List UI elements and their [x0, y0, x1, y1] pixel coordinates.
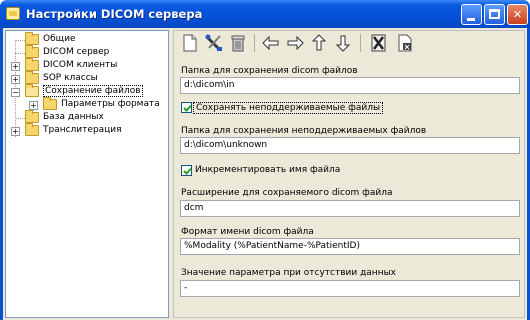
tree-connector [15, 118, 25, 119]
move-down-button[interactable] [332, 32, 354, 54]
name-format-label: Формат имени dicom файла [181, 227, 314, 237]
maximize-button[interactable] [484, 4, 505, 25]
cancel-icon [371, 34, 386, 52]
tree-connector [15, 40, 25, 41]
tree-item-label: DICOM сервер [43, 47, 110, 57]
delete-icon [231, 35, 245, 52]
cancel-button[interactable] [368, 32, 390, 54]
tools-button[interactable] [203, 32, 225, 54]
close-button[interactable]: ✕ [507, 4, 528, 25]
tree-item-file-saving[interactable]: − Сохранение файлов [6, 84, 166, 99]
folder-icon [25, 110, 39, 123]
increment-name-checkbox[interactable] [181, 165, 192, 176]
extension-input[interactable]: dcm [180, 200, 520, 217]
tree-item-label: База данных [43, 112, 104, 122]
settings-tree[interactable]: Общие DICOM сервер + DICOM клиенты + SOP… [5, 30, 169, 318]
toolbar-separator [254, 34, 255, 52]
new-document-button[interactable] [179, 32, 201, 54]
increment-name-label[interactable]: Инкрементировать имя файла [195, 165, 340, 175]
extension-label: Расширение для сохраняемого dicom файла [181, 188, 393, 198]
expand-plus-icon[interactable]: + [29, 101, 38, 110]
export-icon [398, 34, 412, 52]
missing-value-label: Значение параметра при отсутствии данных [181, 268, 397, 278]
folder-icon [43, 97, 57, 110]
title-bar[interactable]: Настройки DICOM сервера ✕ [0, 0, 530, 28]
tree-item-label: DICOM клиенты [43, 60, 118, 70]
expand-plus-icon[interactable]: + [11, 127, 20, 136]
delete-button[interactable] [227, 32, 249, 54]
new-document-icon [183, 34, 197, 52]
window-body: Общие DICOM сервер + DICOM клиенты + SOP… [3, 28, 527, 320]
dicom-folder-input[interactable]: d:\dicom\in [180, 77, 520, 94]
tree-item-label: Транслитерация [43, 125, 122, 135]
toolbar [174, 31, 524, 57]
tree-item-label: Параметры формата [61, 99, 160, 109]
folder-icon [25, 32, 39, 45]
tools-icon [205, 34, 222, 51]
save-unsupported-label[interactable]: Сохранять неподдерживаемые файлы [193, 102, 384, 114]
checkmark-icon [183, 167, 192, 175]
tree-item-label: SOP классы [43, 73, 98, 83]
arrow-left-icon [262, 35, 279, 51]
toolbar-separator [360, 34, 361, 52]
collapse-minus-icon[interactable]: − [11, 88, 20, 97]
move-right-button[interactable] [284, 32, 306, 54]
unsupported-folder-label: Папка для сохранения неподдерживаемых фа… [181, 126, 427, 136]
arrow-right-icon [287, 35, 304, 51]
minimize-button[interactable] [461, 4, 482, 25]
window-title: Настройки DICOM сервера [26, 7, 203, 21]
arrow-up-icon [311, 34, 327, 51]
move-up-button[interactable] [308, 32, 330, 54]
missing-value-input[interactable]: - [180, 280, 520, 297]
dicom-folder-label: Папка для сохранения dicom файлов [181, 66, 358, 76]
maximize-icon [489, 9, 500, 19]
tree-item-label: Общие [43, 34, 76, 44]
folder-icon [25, 58, 39, 71]
tree-connector [15, 53, 25, 54]
tree-item-label: Сохранение файлов [43, 85, 143, 97]
expand-plus-icon[interactable]: + [11, 62, 20, 71]
unsupported-folder-input[interactable]: d:\dicom\unknown [180, 137, 520, 154]
name-format-input[interactable]: %Modality (%PatientName-%PatientID) [180, 238, 520, 255]
move-left-button[interactable] [260, 32, 282, 54]
export-button[interactable] [394, 32, 416, 54]
tree-item-transliteration[interactable]: + Транслитерация [6, 123, 166, 138]
expand-plus-icon[interactable]: + [11, 75, 20, 84]
folder-icon [25, 71, 39, 84]
open-folder-icon [25, 84, 39, 97]
folder-icon [25, 123, 39, 136]
folder-icon [25, 45, 39, 58]
settings-window: Настройки DICOM сервера ✕ Общие DICOM се… [0, 0, 530, 320]
arrow-down-icon [335, 35, 351, 52]
app-icon [6, 7, 20, 20]
checkmark-icon [183, 104, 192, 112]
settings-panel: Папка для сохранения dicom файлов d:\dic… [173, 30, 525, 318]
close-icon: ✕ [512, 8, 523, 21]
save-unsupported-checkbox[interactable] [181, 102, 192, 113]
minimize-icon [467, 18, 475, 21]
